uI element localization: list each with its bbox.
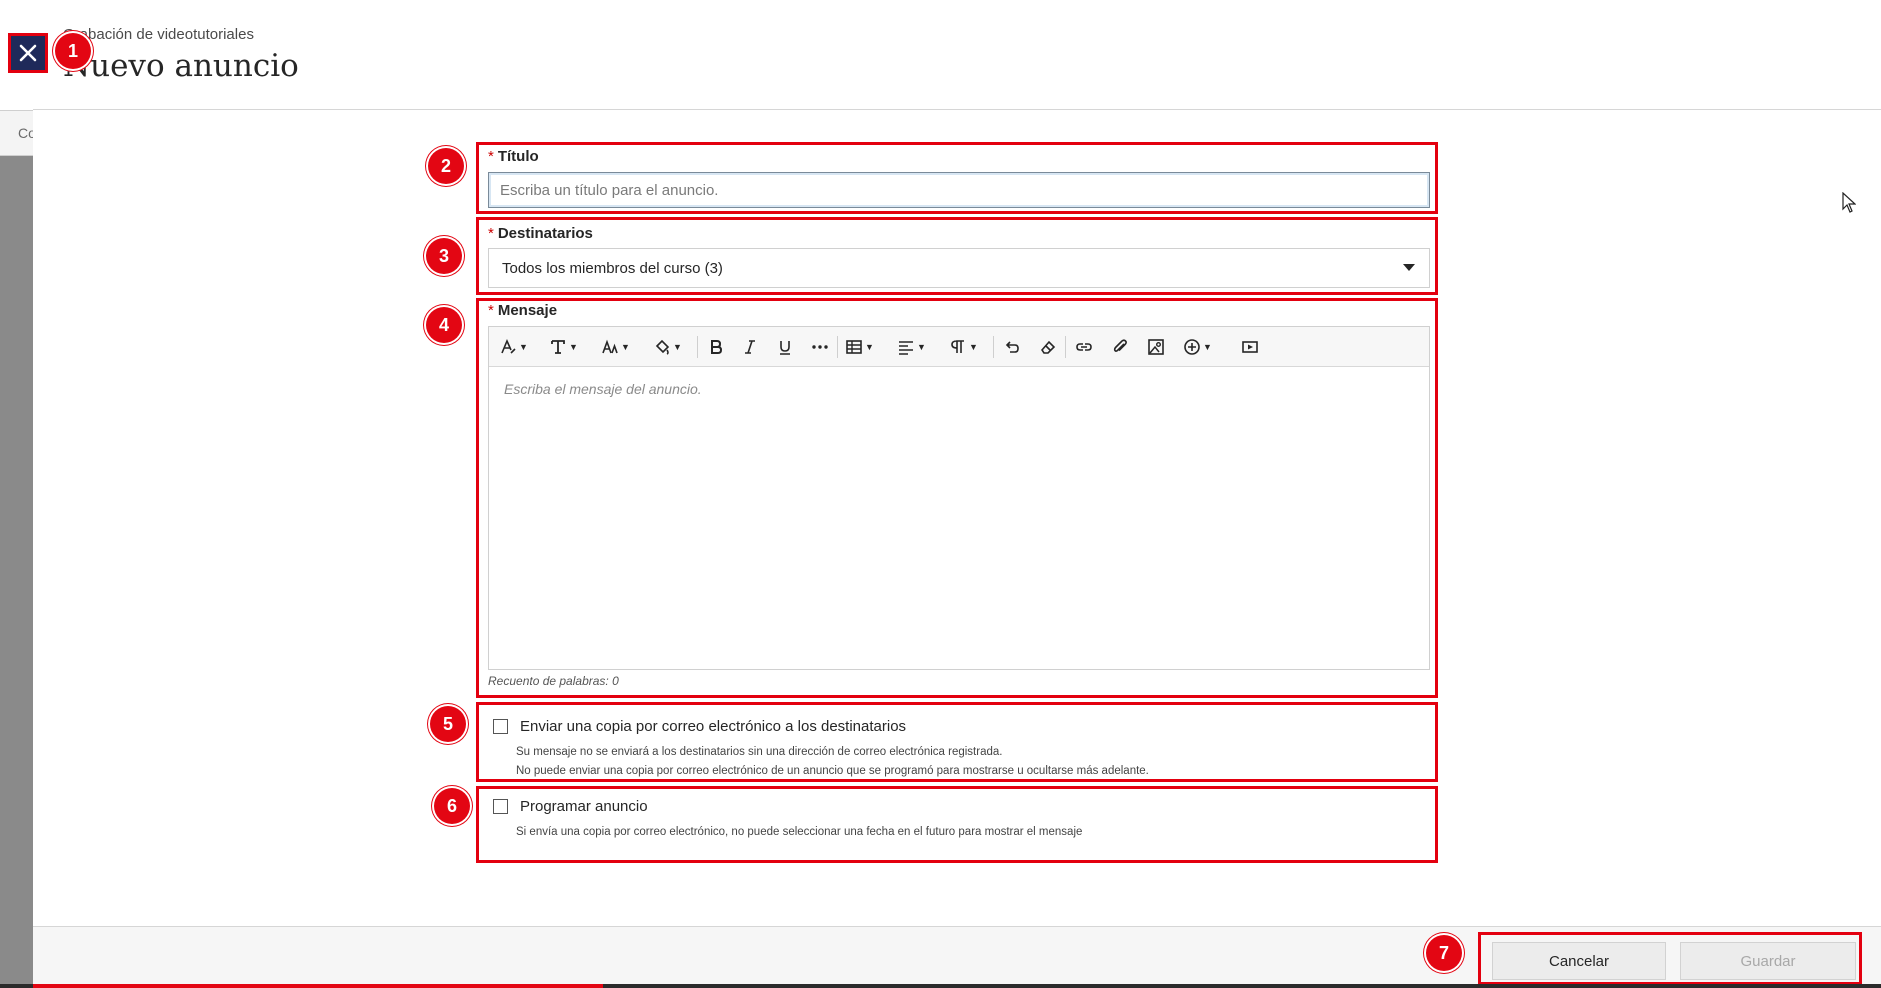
page-title: Nuevo anuncio [63,48,299,84]
undo-icon[interactable] [1003,336,1021,358]
paragraph-style-icon[interactable]: ▼ [499,336,528,358]
email-copy-help-2: No puede enviar una copia por correo ele… [516,765,1149,777]
title-input[interactable] [488,172,1430,208]
callout-6: 6 [434,788,470,824]
word-count: Recuento de palabras: 0 [488,674,619,688]
chevron-down-icon [1403,264,1415,271]
save-button[interactable]: Guardar [1680,942,1856,980]
eraser-icon[interactable] [1039,336,1057,358]
email-copy-checkbox[interactable] [493,719,508,734]
title-label: * Título [488,148,539,165]
callout-4: 4 [426,307,462,343]
underline-icon[interactable] [776,336,794,358]
font-family-icon[interactable]: ▼ [549,336,578,358]
bottom-progress-line [0,984,1881,988]
schedule-option: Programar anuncio [493,798,648,815]
callout-3: 3 [426,238,462,274]
italic-icon[interactable] [741,336,759,358]
recipients-select[interactable]: Todos los miembros del curso (3) [488,248,1430,288]
email-copy-label[interactable]: Enviar una copia por correo electrónico … [520,718,906,735]
fill-color-icon[interactable]: ▼ [653,336,682,358]
message-editor[interactable]: ▼ ▼ ▼ ▼ ▼ ▼ ▼ ▼ Escriba el mensaje del a… [488,326,1430,670]
callout-2: 2 [428,148,464,184]
link-icon[interactable] [1075,336,1093,358]
callout-5: 5 [430,706,466,742]
message-label: * Mensaje [488,302,558,319]
email-copy-help-1: Su mensaje no se enviará a los destinata… [516,746,1003,758]
panel-header: Grabación de videotutoriales Nuevo anunc… [33,0,1881,110]
breadcrumb[interactable]: Grabación de videotutoriales [63,26,254,43]
bold-icon[interactable] [707,336,725,358]
insert-plus-icon[interactable]: ▼ [1183,336,1212,358]
font-size-icon[interactable]: ▼ [601,336,630,358]
video-icon[interactable] [1241,336,1259,358]
close-button[interactable] [8,33,48,73]
schedule-checkbox[interactable] [493,799,508,814]
editor-toolbar: ▼ ▼ ▼ ▼ ▼ ▼ ▼ ▼ [489,327,1429,367]
background-row: Co [0,110,33,156]
table-icon[interactable]: ▼ [845,336,874,358]
message-body[interactable]: Escriba el mensaje del anuncio. [489,367,1429,669]
paragraph-mark-icon[interactable]: ▼ [949,336,978,358]
recipients-label: * Destinatarios [488,225,593,242]
background-page-strip: Co [0,0,33,988]
close-icon [19,44,37,62]
image-icon[interactable] [1147,336,1165,358]
recipients-selected-value: Todos los miembros del curso (3) [502,260,723,277]
email-copy-option: Enviar una copia por correo electrónico … [493,718,906,735]
more-icon[interactable] [811,336,829,358]
callout-7: 7 [1426,935,1462,971]
attach-icon[interactable] [1111,336,1129,358]
mouse-cursor-icon [1842,192,1856,213]
schedule-label[interactable]: Programar anuncio [520,798,648,815]
callout-1: 1 [55,33,91,69]
schedule-help: Si envía una copia por correo electrónic… [516,826,1083,838]
cancel-button[interactable]: Cancelar [1492,942,1666,980]
align-icon[interactable]: ▼ [897,336,926,358]
